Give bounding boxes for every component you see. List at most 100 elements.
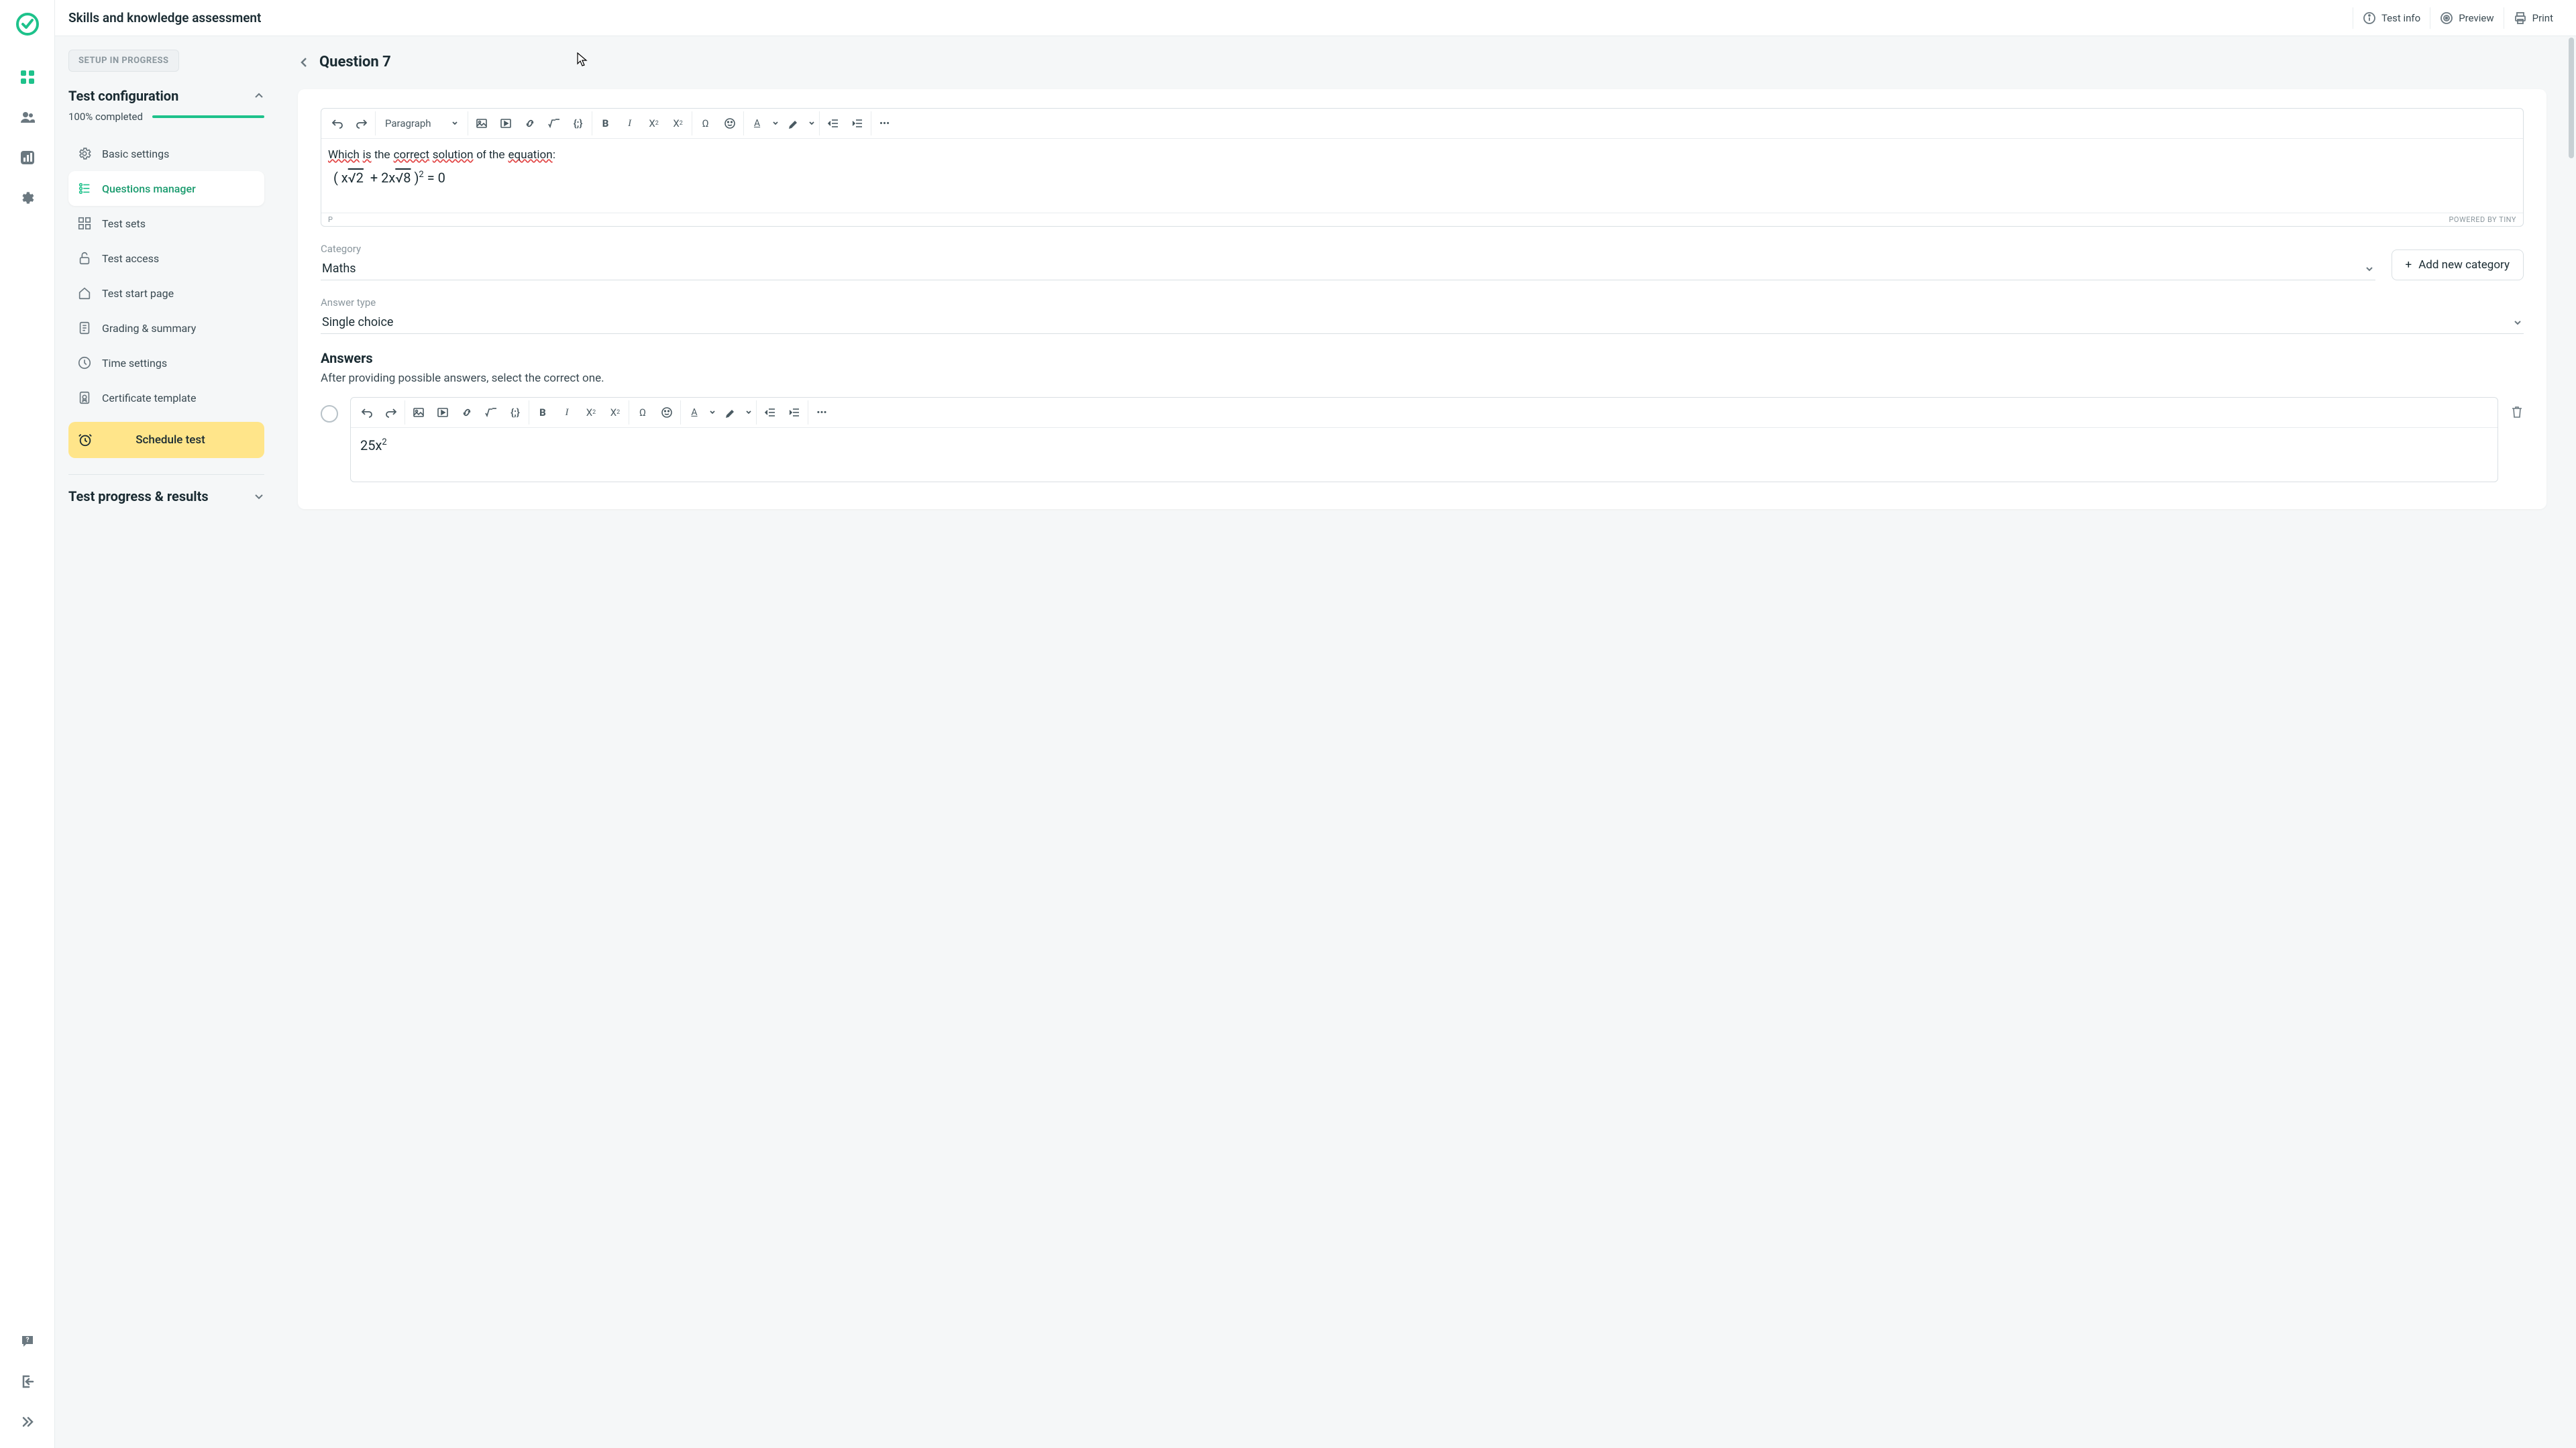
answers-hint: After providing possible answers, select… (321, 372, 2524, 385)
video-button[interactable] (431, 400, 455, 425)
emoji-button[interactable] (655, 400, 679, 425)
undo-button[interactable] (355, 400, 379, 425)
rail-help-icon[interactable]: ? (13, 1327, 42, 1355)
print-button[interactable]: Print (2504, 7, 2563, 29)
color-dropdown[interactable] (769, 111, 782, 135)
code-button[interactable]: {;} (566, 111, 590, 135)
highlight-dropdown[interactable] (743, 400, 755, 425)
code-button[interactable]: {;} (503, 400, 527, 425)
indent-button[interactable] (845, 111, 869, 135)
editor-content[interactable]: Which is the correct solution of the equ… (321, 139, 2523, 213)
question-title: Question 7 (319, 54, 391, 70)
chevron-down-icon (2365, 264, 2374, 274)
nav-start-page[interactable]: Test start page (68, 276, 264, 311)
answer-type-label: Answer type (321, 296, 2524, 309)
lock-icon (76, 250, 93, 266)
highlight-button[interactable] (782, 111, 806, 135)
collapse-icon[interactable] (254, 91, 264, 101)
question-editor: Paragraph {;} B I (321, 108, 2524, 227)
delete-answer-button[interactable] (2510, 405, 2524, 419)
gear-icon (76, 146, 93, 162)
rail-dashboard-icon[interactable] (13, 63, 42, 91)
image-button[interactable] (470, 111, 494, 135)
outdent-button[interactable] (821, 111, 845, 135)
rail-settings-icon[interactable] (13, 184, 42, 212)
redo-button[interactable] (350, 111, 374, 135)
back-button[interactable] (298, 56, 310, 68)
superscript-button[interactable]: X2 (666, 111, 690, 135)
rail-logout-icon[interactable] (13, 1368, 42, 1396)
nav-test-access[interactable]: Test access (68, 241, 264, 276)
nav-questions-manager[interactable]: Questions manager (68, 171, 264, 206)
nav-label: Test start page (102, 287, 174, 300)
highlight-button[interactable] (718, 400, 743, 425)
schedule-test-button[interactable]: Schedule test (68, 422, 264, 458)
test-info-button[interactable]: Test info (2353, 7, 2430, 29)
emoji-button[interactable] (718, 111, 742, 135)
italic-button[interactable]: I (555, 400, 579, 425)
bold-button[interactable]: B (594, 111, 618, 135)
answer-content[interactable]: 25x2 (351, 428, 2498, 482)
editor-toolbar: Paragraph {;} B I (321, 109, 2523, 139)
outdent-button[interactable] (758, 400, 782, 425)
print-label: Print (2532, 12, 2553, 24)
answers-heading: Answers (321, 350, 2524, 366)
redo-button[interactable] (379, 400, 403, 425)
image-button[interactable] (407, 400, 431, 425)
nav-label: Test access (102, 252, 159, 265)
config-section-title: Test configuration (68, 88, 178, 104)
bold-button[interactable]: B (531, 400, 555, 425)
undo-button[interactable] (325, 111, 350, 135)
content-area: Question 7 Paragraph (278, 36, 2567, 1448)
nav-time-settings[interactable]: Time settings (68, 345, 264, 380)
preview-button[interactable]: Preview (2430, 7, 2503, 29)
chevron-down-icon (2513, 318, 2522, 327)
nav-grading[interactable]: Grading & summary (68, 311, 264, 345)
nav-label: Test sets (102, 217, 146, 230)
special-char-button[interactable]: Ω (694, 111, 718, 135)
answer-editor: {;} B I X2 X2 Ω (350, 397, 2498, 482)
rail-stats-icon[interactable] (13, 144, 42, 172)
answer-radio[interactable] (321, 405, 338, 423)
link-button[interactable] (518, 111, 542, 135)
subscript-button[interactable]: X2 (642, 111, 666, 135)
page-title: Skills and knowledge assessment (68, 10, 2353, 25)
topbar: Skills and knowledge assessment Test inf… (55, 0, 2576, 36)
italic-button[interactable]: I (618, 111, 642, 135)
color-dropdown[interactable] (706, 400, 718, 425)
scrollbar[interactable] (2567, 36, 2576, 1448)
editor-path: P (328, 215, 333, 224)
app-rail: ? (0, 0, 55, 1448)
more-button[interactable]: ••• (810, 400, 834, 425)
paragraph-select[interactable]: Paragraph (377, 111, 466, 135)
subscript-button[interactable]: X2 (579, 400, 603, 425)
equation-button[interactable] (479, 400, 503, 425)
category-select[interactable]: Maths (321, 258, 2375, 280)
preview-label: Preview (2459, 12, 2493, 24)
highlight-dropdown[interactable] (806, 111, 818, 135)
expand-icon[interactable] (254, 491, 264, 502)
answer-toolbar: {;} B I X2 X2 Ω (351, 398, 2498, 428)
text-color-button[interactable]: A (682, 400, 706, 425)
nav-certificate[interactable]: Certificate template (68, 380, 264, 415)
link-button[interactable] (455, 400, 479, 425)
config-sidebar: SETUP IN PROGRESS Test configuration 100… (55, 36, 278, 1448)
more-button[interactable]: ••• (873, 111, 897, 135)
rail-expand-icon[interactable] (13, 1408, 42, 1436)
answer-type-select[interactable]: Single choice (321, 311, 2524, 334)
text-color-button[interactable]: A (745, 111, 769, 135)
nav-label: Time settings (102, 357, 167, 370)
add-category-button[interactable]: + Add new category (2392, 249, 2524, 280)
special-char-button[interactable]: Ω (631, 400, 655, 425)
equation-button[interactable] (542, 111, 566, 135)
rail-people-icon[interactable] (13, 103, 42, 131)
video-button[interactable] (494, 111, 518, 135)
svg-text:?: ? (25, 1337, 29, 1344)
nav-test-sets[interactable]: Test sets (68, 206, 264, 241)
grid-icon (76, 215, 93, 231)
certificate-icon (76, 390, 93, 406)
progress-text: 100% completed (68, 111, 143, 123)
indent-button[interactable] (782, 400, 806, 425)
superscript-button[interactable]: X2 (603, 400, 627, 425)
nav-basic-settings[interactable]: Basic settings (68, 136, 264, 171)
